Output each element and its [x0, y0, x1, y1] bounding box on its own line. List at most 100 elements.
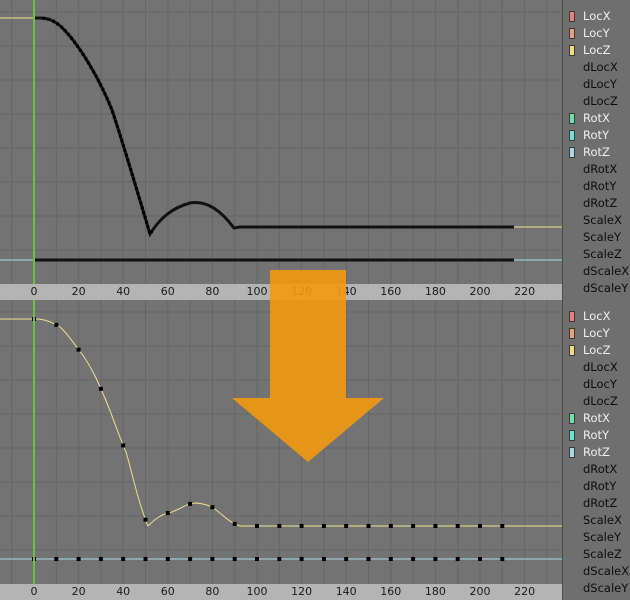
channel-color-swatch[interactable]	[569, 147, 575, 158]
channel-rotx[interactable]: RotX	[563, 110, 630, 127]
frame-ruler[interactable]: 0 20 40 60 80 100 120 140 160 180 200 220	[0, 584, 562, 600]
keyframe-point[interactable]	[76, 347, 81, 352]
keyframe-point[interactable]	[277, 557, 282, 561]
channel-dlocx[interactable]: dLocX	[563, 59, 630, 76]
keyframe-point[interactable]	[455, 524, 460, 528]
keyframe-point[interactable]	[478, 557, 482, 561]
channel-color-swatch[interactable]	[569, 130, 575, 141]
channel-scalez[interactable]: ScaleZ	[563, 546, 630, 563]
channel-dscalex[interactable]: dScaleX	[563, 563, 630, 580]
keyframe-point[interactable]	[143, 557, 148, 561]
keyframe-point[interactable]	[411, 524, 416, 528]
locz-curve[interactable]	[34, 318, 562, 527]
keyframe-point[interactable]	[143, 517, 148, 522]
keyframe-point[interactable]	[433, 524, 438, 528]
keyframe-point[interactable]	[165, 557, 170, 561]
keyframe-point[interactable]	[388, 524, 393, 528]
channel-scalex[interactable]: ScaleX	[563, 512, 630, 529]
curve-plot-svg[interactable]	[0, 0, 562, 284]
curve-sample-point	[87, 61, 91, 65]
channel-roty[interactable]: RotY	[563, 127, 630, 144]
channel-drotz[interactable]: dRotZ	[563, 195, 630, 212]
keyframe-point[interactable]	[455, 557, 460, 561]
channel-color-swatch[interactable]	[569, 413, 575, 424]
keyframe-point[interactable]	[165, 511, 170, 516]
keyframe-point[interactable]	[411, 557, 416, 561]
keyframe-point[interactable]	[388, 557, 393, 561]
channel-scalex[interactable]: ScaleX	[563, 212, 630, 229]
keyframe-point[interactable]	[255, 524, 259, 528]
channel-dlocz[interactable]: dLocZ	[563, 93, 630, 110]
channel-dlocy[interactable]: dLocY	[563, 76, 630, 93]
keyframe-point[interactable]	[98, 386, 103, 391]
channel-color-swatch[interactable]	[569, 311, 575, 322]
keyframe-point[interactable]	[121, 443, 126, 448]
keyframe-point[interactable]	[255, 557, 259, 561]
channel-locx[interactable]: LocX	[563, 8, 630, 25]
channel-locy[interactable]: LocY	[563, 325, 630, 342]
channel-drotx[interactable]: dRotX	[563, 461, 630, 478]
keyframe-point[interactable]	[321, 557, 326, 561]
channel-color-swatch[interactable]	[569, 447, 575, 458]
channel-rotx[interactable]: RotX	[563, 410, 630, 427]
channel-dlocx[interactable]: dLocX	[563, 359, 630, 376]
keyframe-point[interactable]	[366, 557, 371, 561]
keyframe-point[interactable]	[121, 557, 126, 561]
curve-sample-point	[127, 163, 131, 167]
keyframe-point[interactable]	[277, 524, 282, 528]
channel-dscalex[interactable]: dScaleX	[563, 263, 630, 280]
channel-dlocz[interactable]: dLocZ	[563, 393, 630, 410]
frame-ruler[interactable]: 0 20 40 60 80 100 120 140 160 180 200 220	[0, 284, 562, 300]
keyframe-point[interactable]	[500, 524, 505, 528]
curve-plot-area[interactable]	[0, 0, 562, 284]
channel-color-swatch[interactable]	[569, 28, 575, 39]
keyframe-point[interactable]	[366, 524, 371, 528]
keyframe-point[interactable]	[210, 557, 215, 561]
channel-droty[interactable]: dRotY	[563, 478, 630, 495]
keyframe-point[interactable]	[210, 505, 215, 510]
channel-roty[interactable]: RotY	[563, 427, 630, 444]
channel-scaley[interactable]: ScaleY	[563, 229, 630, 246]
keyframe-point[interactable]	[76, 557, 81, 561]
channel-color-swatch[interactable]	[569, 345, 575, 356]
channel-dscaley[interactable]: dScaleY	[563, 580, 630, 597]
channel-color-swatch[interactable]	[569, 45, 575, 56]
channel-scaley[interactable]: ScaleY	[563, 529, 630, 546]
keyframe-point[interactable]	[299, 557, 304, 561]
channel-locx[interactable]: LocX	[563, 308, 630, 325]
keyframe-point[interactable]	[478, 524, 482, 528]
channel-locz[interactable]: LocZ	[563, 42, 630, 59]
channel-scalez[interactable]: ScaleZ	[563, 246, 630, 263]
channel-locy[interactable]: LocY	[563, 25, 630, 42]
channel-locz[interactable]: LocZ	[563, 342, 630, 359]
channel-color-swatch[interactable]	[569, 11, 575, 22]
keyframe-point[interactable]	[321, 524, 326, 528]
channel-label: ScaleZ	[583, 547, 622, 561]
keyframe-point[interactable]	[344, 557, 349, 561]
keyframe-point[interactable]	[98, 557, 103, 561]
keyframe-point[interactable]	[433, 557, 438, 561]
channel-label: RotY	[583, 128, 610, 142]
channel-dscaley[interactable]: dScaleY	[563, 280, 630, 297]
keyframe-point[interactable]	[232, 521, 237, 526]
keyframe-point[interactable]	[500, 557, 505, 561]
keyframe-point[interactable]	[188, 557, 193, 561]
keyframe-point[interactable]	[232, 557, 237, 561]
channel-drotx[interactable]: dRotX	[563, 161, 630, 178]
keyframe-point[interactable]	[54, 557, 59, 561]
channel-drotz[interactable]: dRotZ	[563, 495, 630, 512]
curve-plot-svg[interactable]	[0, 300, 562, 584]
channel-droty[interactable]: dRotY	[563, 178, 630, 195]
channel-color-swatch[interactable]	[569, 113, 575, 124]
locz-curve-selected[interactable]	[34, 16, 514, 238]
channel-rotz[interactable]: RotZ	[563, 144, 630, 161]
channel-color-swatch[interactable]	[569, 430, 575, 441]
channel-dlocy[interactable]: dLocY	[563, 376, 630, 393]
keyframe-point[interactable]	[344, 524, 349, 528]
channel-rotz[interactable]: RotZ	[563, 444, 630, 461]
curve-plot-area[interactable]	[0, 300, 562, 584]
keyframe-point[interactable]	[299, 524, 304, 528]
channel-color-swatch[interactable]	[569, 328, 575, 339]
keyframe-point[interactable]	[54, 322, 59, 327]
keyframe-point[interactable]	[188, 501, 193, 506]
